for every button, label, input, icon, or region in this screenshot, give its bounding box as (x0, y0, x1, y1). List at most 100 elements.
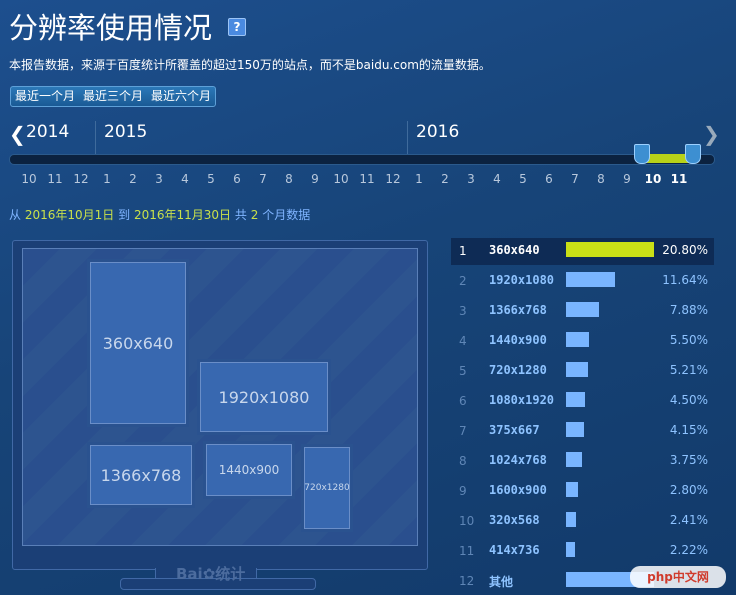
timeline-month[interactable]: 8 (588, 172, 614, 186)
range-tabs: 最近一个月 最近三个月 最近六个月 (10, 86, 217, 107)
ranking-resolution: 1920x1080 (489, 273, 555, 287)
ranking-row[interactable]: 8 1024x768 3.75% (451, 448, 714, 475)
ranking-row[interactable]: 5 720x1280 5.21% (451, 358, 714, 385)
ranking-rank: 11 (459, 544, 475, 558)
baidu-logo: Bai✿统计 (176, 563, 245, 584)
timeline-start-handle[interactable] (634, 144, 650, 164)
ranking-rank: 10 (459, 514, 475, 528)
period-from-label: 从 (9, 208, 22, 222)
page-title: 分辨率使用情况 (9, 11, 213, 45)
ranking-percent: 4.15% (669, 423, 708, 437)
ranking-resolution: 1600x900 (489, 483, 547, 497)
watermark: php中文网 (630, 566, 726, 588)
tab-last-1-month[interactable]: 最近一个月 (11, 87, 79, 106)
ranking-percent: 11.64% (662, 273, 708, 287)
timeline-month[interactable]: 6 (224, 172, 250, 186)
resolution-box-1440x900[interactable]: 1440x900 (206, 444, 292, 496)
resolution-box-1366x768[interactable]: 1366x768 (90, 445, 192, 505)
resolution-box-1920x1080[interactable]: 1920x1080 (200, 362, 328, 432)
timeline-month[interactable]: 2 (432, 172, 458, 186)
period-summary: 从 2016年10月1日 到 2016年11月30日 共 2 个月数据 (9, 206, 310, 223)
help-icon[interactable]: ? (228, 18, 246, 36)
period-to-label: 到 (118, 208, 131, 222)
ranking-row[interactable]: 3 1366x768 7.88% (451, 298, 714, 325)
timeline-month[interactable]: 2 (120, 172, 146, 186)
timeline-month[interactable]: 10 (16, 172, 42, 186)
tab-last-6-months[interactable]: 最近六个月 (147, 87, 215, 106)
ranking-percent: 20.80% (662, 243, 708, 257)
ranking-bar (566, 392, 585, 407)
year-divider (407, 121, 408, 155)
ranking-percent: 2.22% (669, 543, 708, 557)
timeline-month[interactable]: 7 (562, 172, 588, 186)
ranking-bar (566, 332, 589, 347)
ranking-resolution: 1366x768 (489, 303, 547, 317)
timeline-month[interactable]: 9 (614, 172, 640, 186)
timeline-month[interactable]: 11 (42, 172, 68, 186)
ranking-bar (566, 362, 588, 377)
ranking-rank: 2 (459, 274, 467, 288)
timeline-month[interactable]: 3 (458, 172, 484, 186)
resolution-box-720x1280[interactable]: 720x1280 (304, 447, 350, 529)
ranking-row[interactable]: 1 360x640 20.80% (451, 238, 714, 265)
ranking-row[interactable]: 10 320x568 2.41% (451, 508, 714, 535)
timeline-month[interactable]: 5 (198, 172, 224, 186)
ranking-rank: 7 (459, 424, 467, 438)
timeline-month[interactable]: 12 (380, 172, 406, 186)
resolution-box-360x640[interactable]: 360x640 (90, 262, 186, 424)
ranking-bar (566, 302, 599, 317)
ranking-percent: 5.50% (669, 333, 708, 347)
ranking-row[interactable]: 9 1600x900 2.80% (451, 478, 714, 505)
ranking-bar (566, 422, 584, 437)
timeline-month[interactable]: 12 (68, 172, 94, 186)
ranking-rank: 3 (459, 304, 467, 318)
ranking-percent: 5.21% (669, 363, 708, 377)
logo-text: Bai (176, 565, 203, 583)
ranking-resolution: 375x667 (489, 423, 540, 437)
timeline-month[interactable]: 1 (94, 172, 120, 186)
ranking-bar (566, 452, 582, 467)
timeline-month[interactable]: 11 (666, 172, 692, 186)
tab-last-3-months[interactable]: 最近三个月 (79, 87, 147, 106)
ranking-bar (566, 272, 615, 287)
timeline-month[interactable]: 3 (146, 172, 172, 186)
timeline-month[interactable]: 9 (302, 172, 328, 186)
period-total-label: 共 (234, 208, 247, 222)
chevron-right-icon[interactable]: ❯ (703, 122, 720, 146)
timeline-month[interactable]: 10 (640, 172, 666, 186)
ranking-rank: 8 (459, 454, 467, 468)
ranking-resolution: 其他 (489, 575, 514, 589)
timeline-month[interactable]: 7 (250, 172, 276, 186)
ranking-resolution: 414x736 (489, 543, 540, 557)
ranking-row[interactable]: 4 1440x900 5.50% (451, 328, 714, 355)
ranking-percent: 2.41% (669, 513, 708, 527)
year-2016: 2016 (416, 122, 460, 142)
timeline-month[interactable]: 11 (354, 172, 380, 186)
timeline-month[interactable]: 8 (276, 172, 302, 186)
ranking-rank: 12 (459, 574, 475, 588)
ranking-bar (566, 482, 578, 497)
ranking-resolution: 320x568 (489, 513, 540, 527)
ranking-rank: 1 (459, 244, 467, 258)
timeline-month[interactable]: 4 (484, 172, 510, 186)
year-2014: 2014 (26, 122, 70, 142)
timeline-month[interactable]: 10 (328, 172, 354, 186)
timeline-month[interactable]: 1 (406, 172, 432, 186)
timeline-end-handle[interactable] (685, 144, 701, 164)
timeline-month[interactable]: 4 (172, 172, 198, 186)
ranking-resolution: 1440x900 (489, 333, 547, 347)
ranking-row[interactable]: 7 375x667 4.15% (451, 418, 714, 445)
ranking-bar (566, 542, 575, 557)
ranking-row[interactable]: 6 1080x1920 4.50% (451, 388, 714, 415)
ranking-resolution: 1024x768 (489, 453, 547, 467)
ranking-row[interactable]: 2 1920x1080 11.64% (451, 268, 714, 295)
ranking-row[interactable]: 11 414x736 2.22% (451, 538, 714, 565)
year-divider (95, 121, 96, 155)
logo-tail: 统计 (215, 565, 246, 583)
timeline-month[interactable]: 5 (510, 172, 536, 186)
timeline-track[interactable] (9, 154, 715, 165)
timeline-month[interactable]: 6 (536, 172, 562, 186)
chevron-left-icon[interactable]: ❮ (9, 122, 26, 146)
period-suffix: 个月数据 (262, 208, 311, 222)
ranking-percent: 3.75% (669, 453, 708, 467)
